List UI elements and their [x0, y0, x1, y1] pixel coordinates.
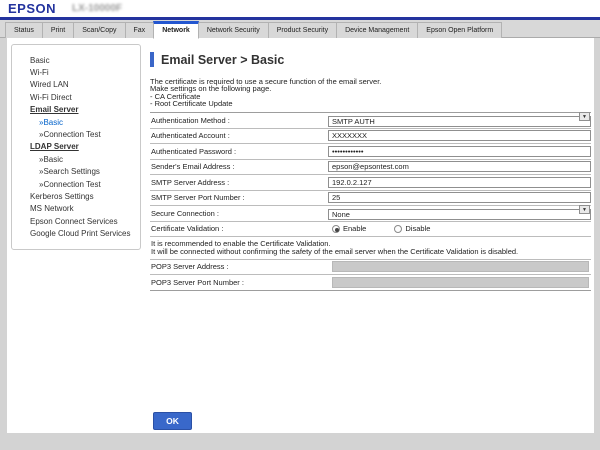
form-row-certificate-validation: Certificate Validation : Enable Disable: [150, 222, 591, 238]
smtp-server-port-number-input[interactable]: [328, 192, 591, 203]
sidebar-item-basic[interactable]: Basic: [12, 54, 138, 66]
field-label: Certificate Validation :: [150, 224, 328, 233]
tab-bar: Status Print Scan/Copy Fax Network Netwo…: [0, 20, 600, 38]
form-row-pop3-server-port-number: POP3 Server Port Number :: [150, 275, 591, 291]
description-line: Make settings on the following page.: [150, 85, 591, 92]
sidebar-item-kerberos-settings[interactable]: Kerberos Settings: [12, 190, 138, 202]
authentication-method-select[interactable]: ▼: [328, 111, 591, 129]
radio-label: Enable: [343, 224, 366, 233]
authenticated-password-input[interactable]: [328, 146, 591, 157]
field-label: Authentication Method :: [150, 116, 328, 125]
sidebar-item-email-basic[interactable]: »Basic: [12, 116, 138, 128]
sidebar-nav: Basic Wi-Fi Wired LAN Wi-Fi Direct Email…: [11, 44, 141, 250]
sidebar-item-epson-connect-services[interactable]: Epson Connect Services: [12, 215, 138, 227]
field-label: SMTP Server Address :: [150, 178, 328, 187]
sidebar-item-email-connection-test[interactable]: »Connection Test: [12, 128, 138, 140]
form-row-authenticated-password: Authenticated Password :: [150, 144, 591, 160]
tab-product-security[interactable]: Product Security: [268, 22, 337, 38]
tab-print[interactable]: Print: [42, 22, 74, 38]
tab-status[interactable]: Status: [5, 22, 43, 38]
chevron-down-icon[interactable]: ▼: [579, 205, 590, 214]
sidebar-item-ldap-connection-test[interactable]: »Connection Test: [12, 178, 138, 190]
smtp-server-address-input[interactable]: [328, 177, 591, 188]
form-row-pop3-server-address: POP3 Server Address :: [150, 260, 591, 276]
tab-network-security[interactable]: Network Security: [198, 22, 269, 38]
field-label: POP3 Server Address :: [150, 262, 328, 271]
certificate-validation-note: It is recommended to enable the Certific…: [150, 237, 591, 259]
radio-unchecked-icon[interactable]: [394, 225, 402, 233]
form-row-authenticated-account: Authenticated Account :: [150, 129, 591, 145]
epson-logo: EPSON: [8, 1, 56, 16]
field-label: Secure Connection :: [150, 209, 328, 218]
sidebar-section-ldap-server[interactable]: LDAP Server: [12, 141, 138, 153]
page-title-row: Email Server > Basic: [150, 52, 591, 67]
radio-checked-icon[interactable]: [332, 225, 340, 233]
form-row-senders-email-address: Sender's Email Address :: [150, 160, 591, 176]
sidebar-item-google-cloud-print-services[interactable]: Google Cloud Print Services: [12, 227, 138, 239]
tab-list: Status Print Scan/Copy Fax Network Netwo…: [5, 20, 600, 38]
form-row-smtp-server-address: SMTP Server Address :: [150, 175, 591, 191]
sidebar-item-ldap-search-settings[interactable]: »Search Settings: [12, 166, 138, 178]
note-line: It will be connected without confirming …: [151, 248, 591, 256]
field-label: Authenticated Account :: [150, 131, 328, 140]
title-accent-bar: [150, 52, 154, 67]
radio-label: Disable: [405, 224, 430, 233]
tab-epson-open-platform[interactable]: Epson Open Platform: [417, 22, 502, 38]
app-header: EPSON LX-10000F: [0, 0, 600, 17]
description-line: - Root Certificate Update: [150, 100, 591, 107]
field-label: Authenticated Password :: [150, 147, 328, 156]
tab-scan-copy[interactable]: Scan/Copy: [73, 22, 125, 38]
pop3-server-address-input: [332, 261, 589, 272]
pop3-server-port-number-input: [332, 277, 589, 288]
email-server-form: Authentication Method : ▼ Authenticated …: [150, 112, 591, 290]
certificate-validation-radio-group: Enable Disable: [328, 224, 430, 233]
sidebar-item-wired-lan[interactable]: Wired LAN: [12, 79, 138, 91]
field-label: SMTP Server Port Number :: [150, 193, 328, 202]
page-description: The certificate is required to use a sec…: [150, 78, 591, 107]
main-panel: Email Server > Basic The certificate is …: [150, 52, 591, 291]
tab-device-management[interactable]: Device Management: [336, 22, 418, 38]
field-label: POP3 Server Port Number :: [150, 278, 328, 287]
content-area: Basic Wi-Fi Wired LAN Wi-Fi Direct Email…: [7, 38, 594, 433]
sidebar-section-email-server[interactable]: Email Server: [12, 104, 138, 116]
sidebar-item-ldap-basic[interactable]: »Basic: [12, 153, 138, 165]
page-title: Email Server > Basic: [161, 53, 284, 67]
ok-button[interactable]: OK: [153, 412, 192, 430]
authenticated-account-input[interactable]: [328, 130, 591, 141]
form-row-authentication-method: Authentication Method : ▼: [150, 113, 591, 129]
form-row-secure-connection: Secure Connection : ▼: [150, 206, 591, 222]
secure-connection-value[interactable]: [328, 209, 591, 220]
certificate-validation-disable-radio[interactable]: Disable: [394, 224, 430, 233]
certificate-validation-enable-radio[interactable]: Enable: [332, 224, 366, 233]
sidebar-item-wifi[interactable]: Wi-Fi: [12, 66, 138, 78]
chevron-down-icon[interactable]: ▼: [579, 112, 590, 121]
authentication-method-value[interactable]: [328, 116, 591, 127]
tab-network[interactable]: Network: [153, 21, 199, 39]
sidebar-item-ms-network[interactable]: MS Network: [12, 203, 138, 215]
tab-fax[interactable]: Fax: [125, 22, 155, 38]
secure-connection-select[interactable]: ▼: [328, 204, 591, 222]
senders-email-address-input[interactable]: [328, 161, 591, 172]
field-label: Sender's Email Address :: [150, 162, 328, 171]
sidebar-item-wifi-direct[interactable]: Wi-Fi Direct: [12, 91, 138, 103]
printer-model-redacted: LX-10000F: [72, 3, 122, 14]
epson-web-config-page: { "header": { "brand": "EPSON", "model":…: [0, 0, 600, 450]
